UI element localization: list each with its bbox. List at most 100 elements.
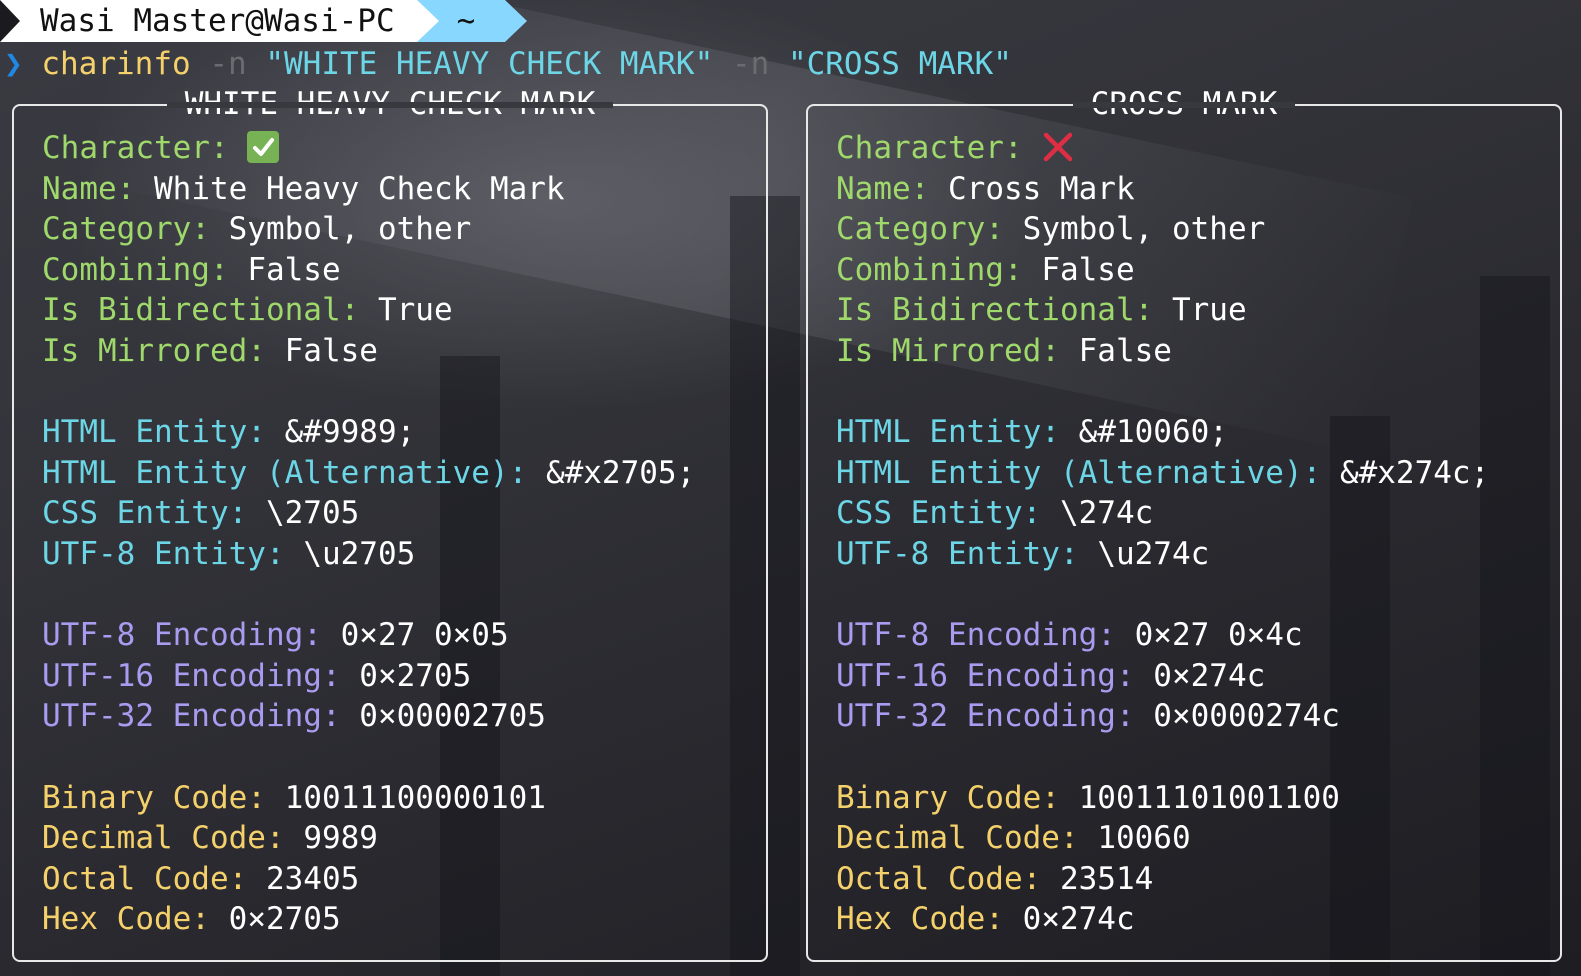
info-label: Character: — [836, 130, 1023, 166]
info-row: Decimal Code: 9989 — [42, 818, 695, 859]
info-value[interactable]: False — [1079, 333, 1172, 369]
info-value[interactable]: &#9989; — [285, 414, 416, 450]
character-info-panel: WHITE HEAVY CHECK MARK Character: Name: W… — [12, 86, 768, 962]
info-value[interactable]: 0×274c — [1153, 658, 1265, 694]
info-value[interactable]: \2705 — [266, 495, 359, 531]
prompt-bar: Wasi Master@Wasi-PC ~ — [0, 0, 527, 42]
info-value[interactable]: 0×2705 — [229, 901, 341, 937]
info-label: Is Mirrored: — [836, 332, 1060, 369]
info-label: Is Bidirectional: — [836, 292, 1154, 329]
info-label: Decimal Code: — [836, 820, 1079, 857]
info-row: Binary Code: 10011101001100 — [836, 778, 1489, 819]
info-value[interactable]: Cross Mark — [948, 171, 1135, 207]
white-heavy-check-mark-icon — [247, 130, 280, 163]
info-value[interactable]: 10011100000101 — [285, 780, 546, 816]
info-value[interactable]: \u2705 — [303, 536, 415, 572]
info-row: UTF-8 Entity: \u274c — [836, 534, 1489, 575]
info-value[interactable]: True — [378, 292, 453, 328]
panel-rows: Character: Name: Cross Mark Category: Sym… — [836, 128, 1489, 940]
info-label: UTF-16 Encoding: — [42, 657, 341, 694]
info-value[interactable]: \u274c — [1097, 536, 1209, 572]
info-label: HTML Entity: — [836, 414, 1060, 451]
info-label: UTF-8 Entity: — [42, 535, 285, 572]
info-row: HTML Entity (Alternative): &#x274c; — [836, 453, 1489, 494]
title-border-gap — [166, 102, 614, 108]
cross-mark-icon — [1041, 130, 1075, 166]
info-value[interactable]: 0×27 0×05 — [341, 617, 509, 653]
info-value[interactable]: \274c — [1060, 495, 1153, 531]
info-label: UTF-16 Encoding: — [836, 657, 1135, 694]
info-value[interactable]: &#10060; — [1079, 414, 1228, 450]
info-value[interactable]: True — [1172, 292, 1247, 328]
info-row: Hex Code: 0×2705 — [42, 899, 695, 940]
info-row: UTF-8 Encoding: 0×27 0×4c — [836, 615, 1489, 656]
info-value[interactable]: 0×00002705 — [359, 698, 546, 734]
info-value[interactable]: 23405 — [266, 861, 359, 897]
info-value[interactable]: &#x2705; — [546, 455, 695, 491]
info-row: Combining: False — [42, 250, 695, 291]
info-label: HTML Entity (Alternative): — [42, 454, 528, 491]
info-value[interactable]: White Heavy Check Mark — [154, 171, 565, 207]
info-value[interactable]: 0×274c — [1023, 901, 1135, 937]
info-row: Is Mirrored: False — [42, 331, 695, 372]
info-row: UTF-16 Encoding: 0×274c — [836, 656, 1489, 697]
title-border-gap — [1072, 102, 1296, 108]
info-value[interactable]: Symbol, other — [1023, 211, 1266, 247]
command-argument: "CROSS MARK" — [787, 46, 1012, 82]
info-label: HTML Entity: — [42, 414, 266, 451]
info-row: Is Mirrored: False — [836, 331, 1489, 372]
info-row: Name: Cross Mark — [836, 169, 1489, 210]
info-label: CSS Entity: — [42, 495, 248, 532]
info-value[interactable]: Symbol, other — [229, 211, 472, 247]
info-row: UTF-16 Encoding: 0×2705 — [42, 656, 695, 697]
info-row: Category: Symbol, other — [42, 209, 695, 250]
prompt-chevron-icon: ❯ — [4, 46, 23, 82]
info-label: HTML Entity (Alternative): — [836, 454, 1322, 491]
info-label: UTF-8 Encoding: — [42, 617, 322, 654]
info-row: CSS Entity: \274c — [836, 493, 1489, 534]
info-label: Category: — [42, 211, 210, 248]
info-label: UTF-32 Encoding: — [42, 698, 341, 735]
info-value[interactable]: False — [1041, 252, 1134, 288]
info-row: UTF-32 Encoding: 0×00002705 — [42, 696, 695, 737]
info-label: Combining: — [42, 251, 229, 288]
info-row: UTF-8 Entity: \u2705 — [42, 534, 695, 575]
info-value[interactable]: 0×0000274c — [1153, 698, 1340, 734]
info-value[interactable]: False — [285, 333, 378, 369]
info-row: Octal Code: 23514 — [836, 859, 1489, 900]
info-row: Decimal Code: 10060 — [836, 818, 1489, 859]
info-label: UTF-32 Encoding: — [836, 698, 1135, 735]
info-value[interactable]: 10060 — [1097, 820, 1190, 856]
info-row: HTML Entity: &#9989; — [42, 412, 695, 453]
prompt-user-host-segment: Wasi Master@Wasi-PC — [0, 0, 417, 42]
info-label: Binary Code: — [836, 779, 1060, 816]
info-row: Category: Symbol, other — [836, 209, 1489, 250]
info-label: UTF-8 Entity: — [836, 535, 1079, 572]
info-value[interactable]: 23514 — [1060, 861, 1153, 897]
info-value[interactable]: 0×27 0×4c — [1135, 617, 1303, 653]
info-row: HTML Entity: &#10060; — [836, 412, 1489, 453]
info-value[interactable]: 9989 — [303, 820, 378, 856]
info-value[interactable]: 0×2705 — [359, 658, 471, 694]
info-row: Binary Code: 10011100000101 — [42, 778, 695, 819]
info-row: CSS Entity: \2705 — [42, 493, 695, 534]
info-row: UTF-32 Encoding: 0×0000274c — [836, 696, 1489, 737]
info-label: Hex Code: — [836, 901, 1004, 938]
command-flag: -n — [731, 46, 770, 82]
command-line[interactable]: ❯ charinfo -n "WHITE HEAVY CHECK MARK" -… — [4, 44, 1012, 84]
info-value[interactable]: &#x274c; — [1340, 455, 1489, 491]
info-value[interactable]: 10011101001100 — [1079, 780, 1340, 816]
info-value[interactable]: False — [247, 252, 340, 288]
info-label: Category: — [836, 211, 1004, 248]
info-row: Hex Code: 0×274c — [836, 899, 1489, 940]
info-row: Character: — [836, 128, 1489, 169]
info-row: Character: — [42, 128, 695, 169]
info-label: UTF-8 Encoding: — [836, 617, 1116, 654]
info-label: Octal Code: — [836, 860, 1042, 897]
